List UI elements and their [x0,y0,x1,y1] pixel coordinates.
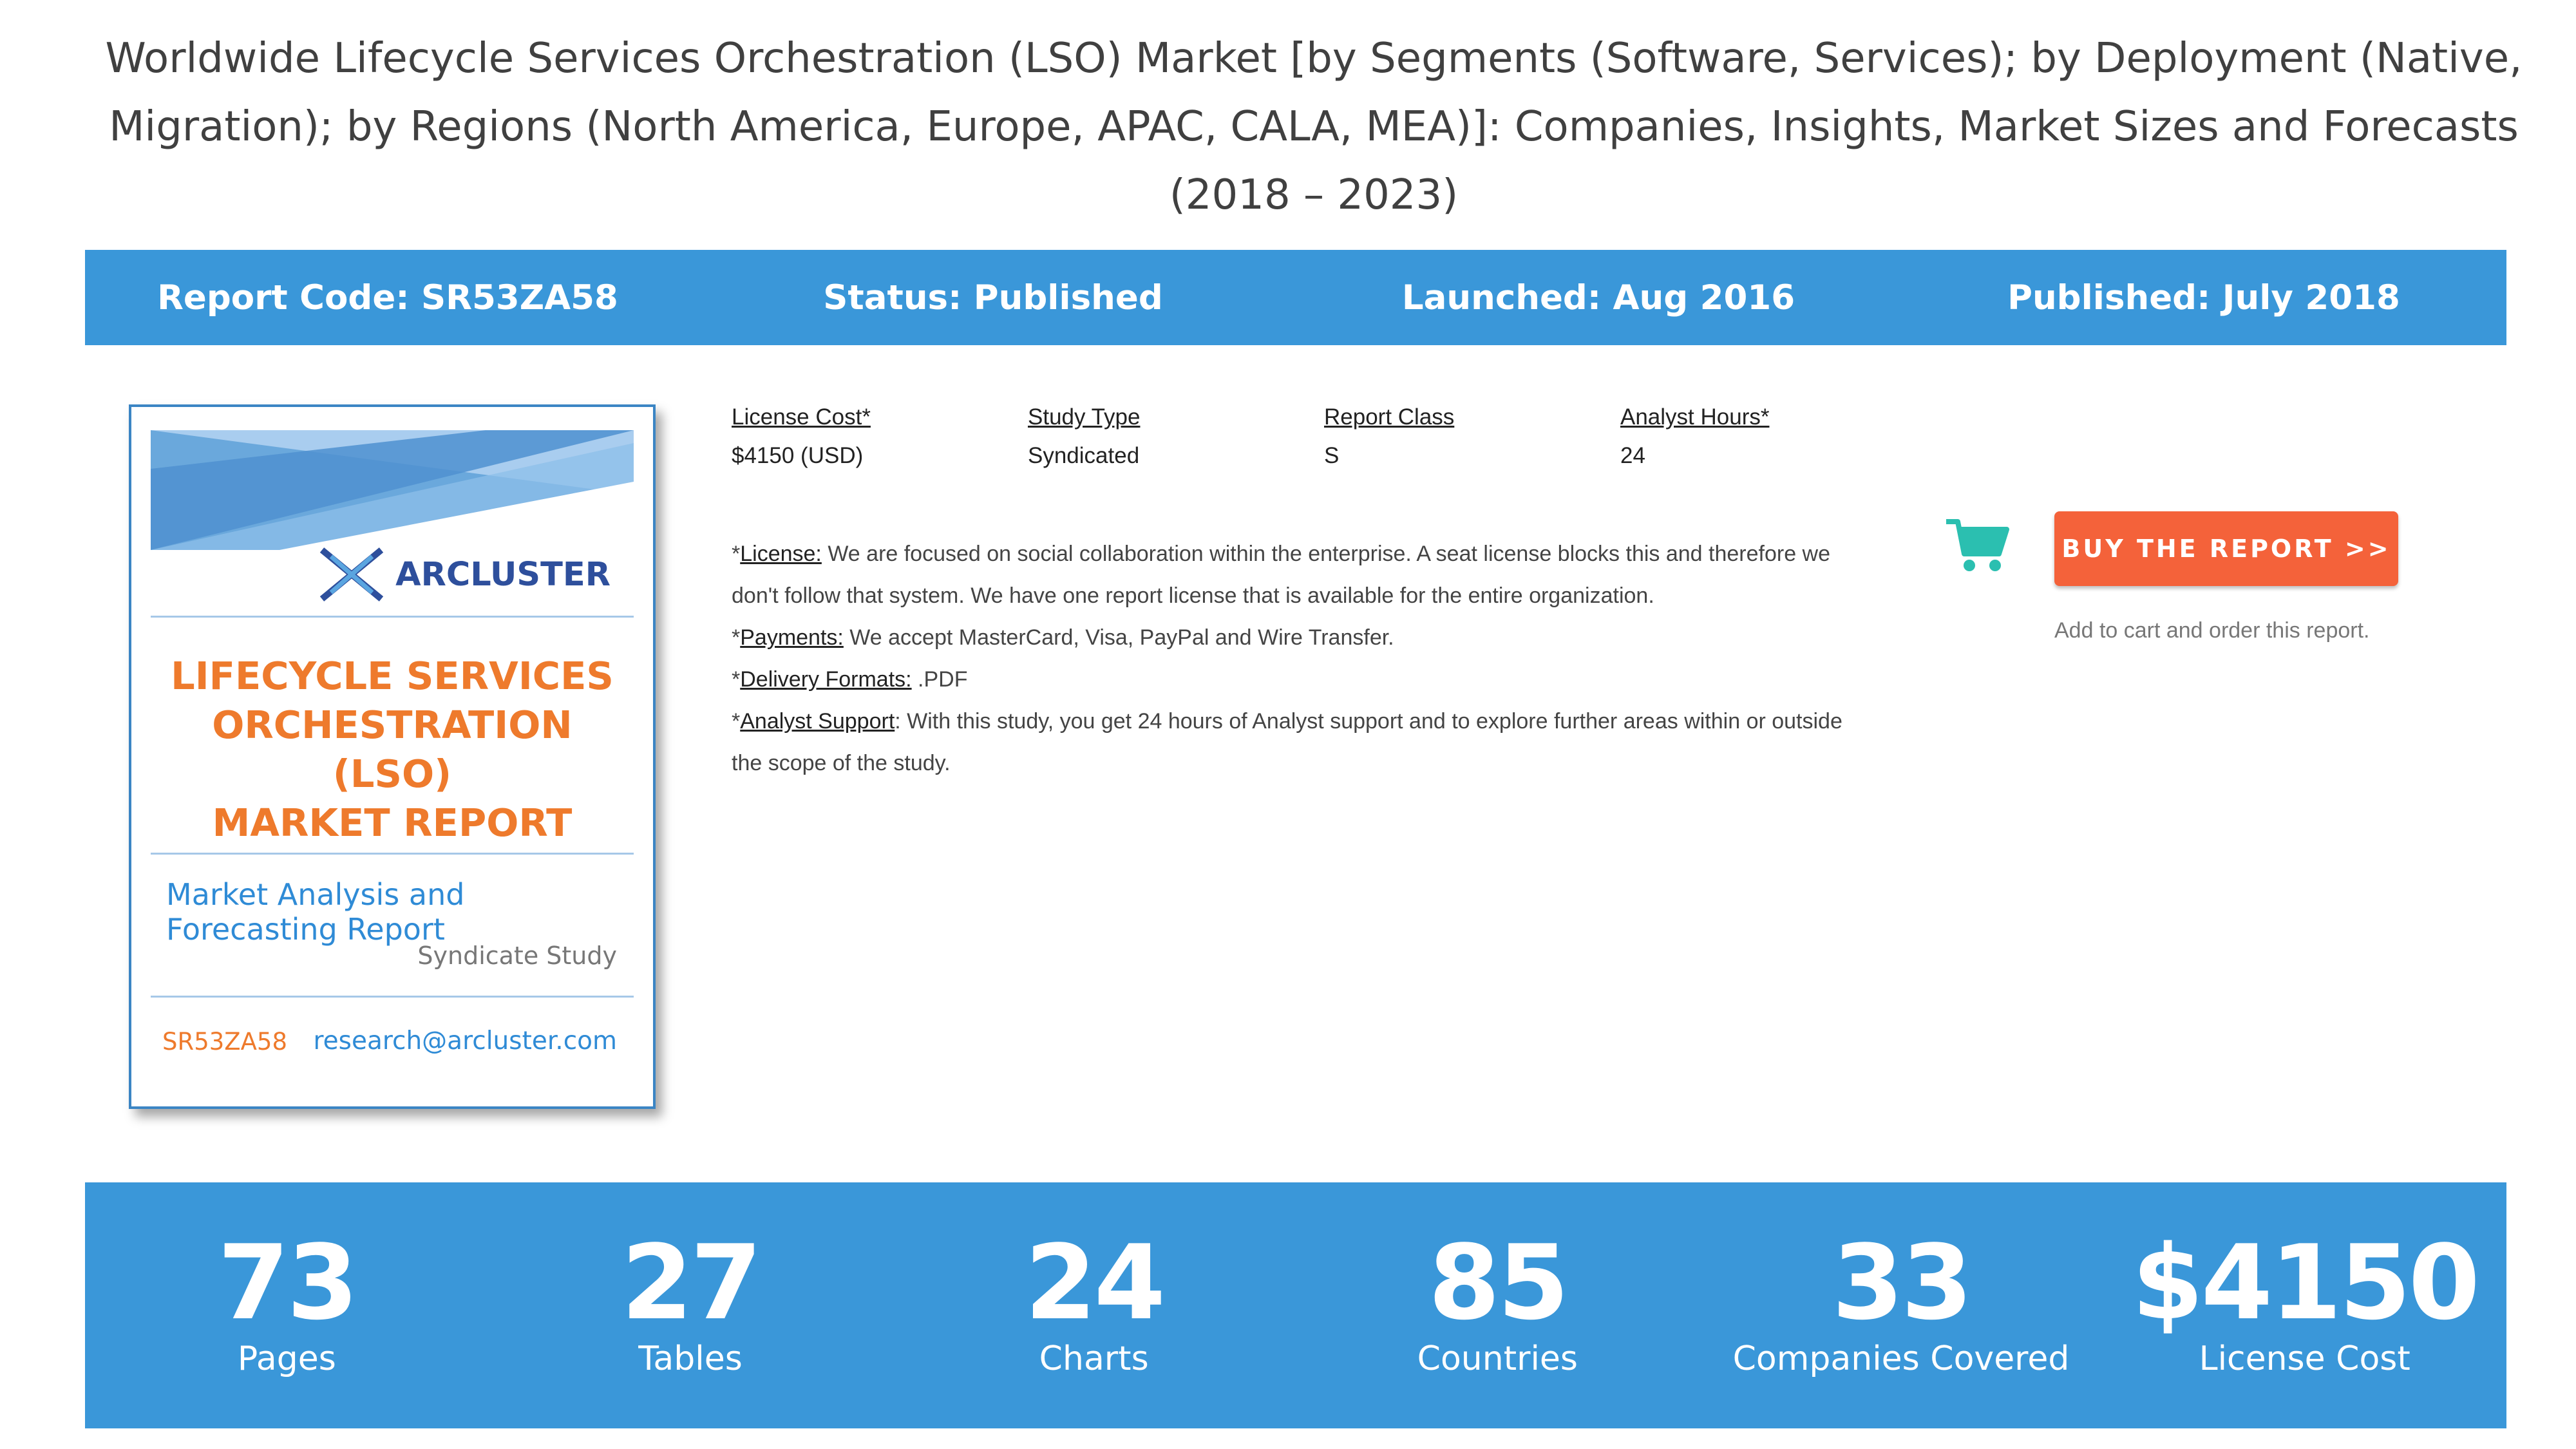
stat-value: 27 [621,1222,762,1343]
note-bullet: * [732,542,741,566]
detail-value: S [1324,443,1340,468]
analyst-note: *Analyst Support: With this study, you g… [732,701,1878,784]
detail-label: Study Type [1028,404,1141,430]
report-info-bar: Report Code: SR53ZA58 Status: Published … [85,250,2506,345]
note-bullet: * [732,625,741,650]
detail-value: Syndicated [1028,443,1140,468]
detail-study-type: Study Type Syndicated [1028,404,1140,469]
cover-banner-graphic [151,430,634,550]
stat-label: Companies Covered [1732,1340,2070,1378]
cover-report-code: SR53ZA58 [162,1028,288,1056]
stat-tables: 27 Tables [489,1182,893,1428]
buy-report-button[interactable]: BUY THE REPORT >> [2054,511,2398,586]
stat-label: Charts [1039,1340,1149,1378]
stat-label: Countries [1417,1340,1578,1378]
shopping-cart-icon-graphic [1946,519,2009,571]
note-bullet: * [732,709,741,734]
cover-brand-name: ARCLUSTER [395,555,611,594]
detail-label: License Cost* [732,404,871,430]
page-title: Worldwide Lifecycle Services Orchestrati… [105,35,2523,219]
cover-subtitle: Market Analysis and Forecasting Report [166,877,465,947]
detail-report-class: Report Class S [1324,404,1454,469]
report-code: Report Code: SR53ZA58 [157,278,618,317]
stat-value: 24 [1025,1222,1166,1343]
detail-value: 24 [1620,443,1645,468]
cover-report-title: LIFECYCLE SERVICES ORCHESTRATION (LSO) M… [151,652,634,848]
launch-date: Launched: Aug 2016 [1401,278,1795,317]
arcluster-logo-icon [319,547,384,601]
note-text: : With this study, you get 24 hours of A… [732,709,1842,775]
note-text: .PDF [911,667,968,692]
cart-hint: Add to cart and order this report. [2054,618,2370,643]
cover-divider [151,616,634,618]
license-note: *License: We are focused on social colla… [732,533,1878,617]
publish-date: Published: July 2018 [2007,278,2400,317]
note-bullet: * [732,667,741,692]
stat-value: 33 [1832,1222,1973,1343]
cover-study-kind: Syndicate Study [417,942,617,970]
payments-note: *Payments: We accept MasterCard, Visa, P… [732,617,1878,659]
shopping-cart-icon[interactable] [1944,516,2011,577]
delivery-note: *Delivery Formats: .PDF [732,659,1878,701]
report-terms: *License: We are focused on social colla… [732,533,1878,784]
note-key: Delivery Formats: [740,667,912,692]
detail-value: $4150 (USD) [732,443,864,468]
report-status: Status: Published [823,278,1163,317]
cover-brand: ARCLUSTER [318,547,611,601]
note-key: Analyst Support [740,709,895,734]
note-text: We are focused on social collaboration w… [732,542,1831,608]
cover-divider [151,853,634,855]
note-text: We accept MasterCard, Visa, PayPal and W… [843,625,1394,650]
detail-label: Report Class [1324,404,1455,430]
cover-title-line: MARKET REPORT [212,800,573,845]
detail-analyst-hours: Analyst Hours* 24 [1620,404,1769,469]
report-stats-bar: 73 Pages 27 Tables 24 Charts 85 Countrie… [85,1182,2506,1428]
stat-value: $4150 [2132,1222,2480,1343]
stat-countries: 85 Countries [1296,1182,1700,1428]
note-key: Payments: [740,625,844,650]
report-cover-image: ARCLUSTER LIFECYCLE SERVICES ORCHESTRATI… [129,404,656,1109]
detail-label: Analyst Hours* [1620,404,1770,430]
stat-label: License Cost [2199,1340,2410,1378]
stat-label: Tables [638,1340,743,1378]
stat-value: 73 [218,1222,359,1343]
stat-label: Pages [237,1340,336,1378]
stat-companies-covered: 33 Companies Covered [1700,1182,2103,1428]
stat-license-cost: $4150 License Cost [2103,1182,2506,1428]
note-key: License: [740,542,822,566]
cover-divider [151,996,634,998]
stat-charts: 24 Charts [892,1182,1296,1428]
cover-title-line: LIFECYCLE SERVICES [171,654,614,698]
stat-value: 85 [1428,1222,1569,1343]
cover-email: research@arcluster.com [313,1027,617,1056]
detail-license-cost: License Cost* $4150 (USD) [732,404,871,469]
cover-title-line: ORCHESTRATION (LSO) [212,703,573,796]
stat-pages: 73 Pages [85,1182,489,1428]
